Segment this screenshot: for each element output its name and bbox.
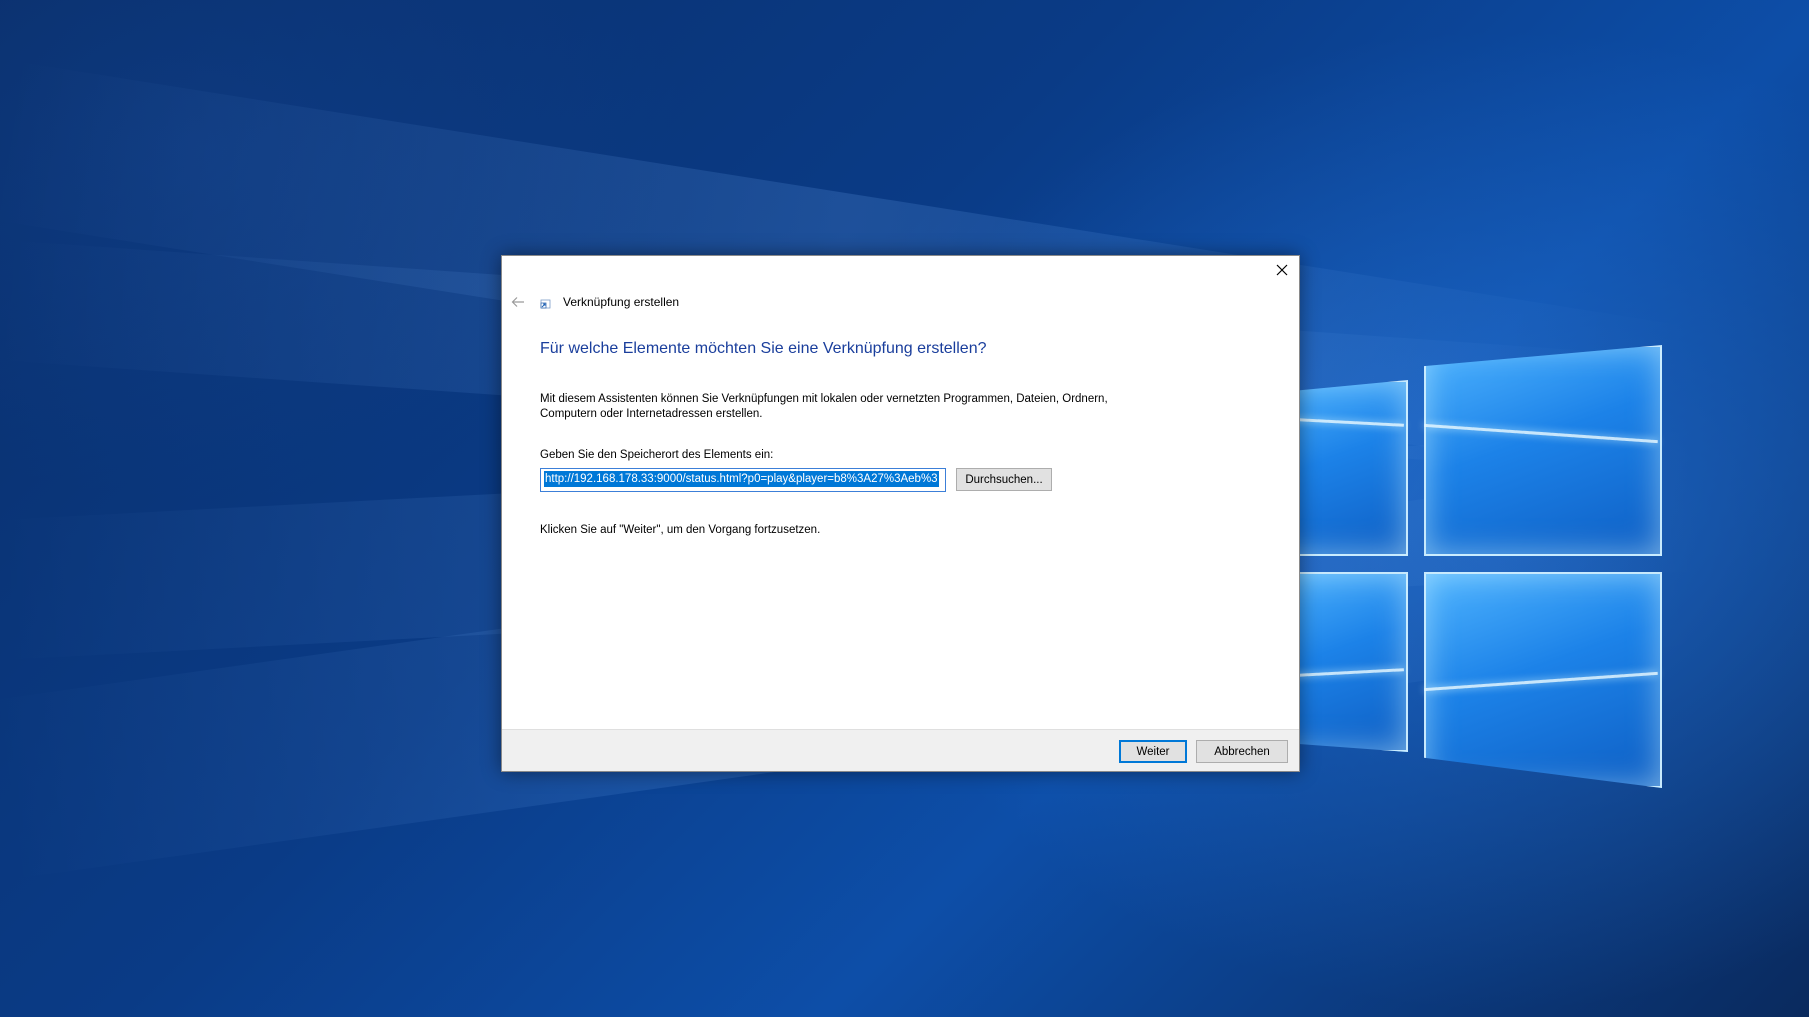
location-label: Geben Sie den Speicherort des Elements e… <box>540 449 774 461</box>
next-button[interactable]: Weiter <box>1119 740 1187 763</box>
dialog-header: Verknüpfung erstellen <box>510 292 679 312</box>
windows-logo-pane <box>1424 345 1662 556</box>
continue-hint: Klicken Sie auf "Weiter", um den Vorgang… <box>540 524 821 536</box>
back-button[interactable] <box>510 294 526 310</box>
create-shortcut-dialog: Verknüpfung erstellen Für welche Element… <box>501 255 1300 772</box>
location-input[interactable]: http://192.168.178.33:9000/status.html?p… <box>540 468 946 492</box>
page-heading: Für welche Elemente möchten Sie eine Ver… <box>540 340 987 357</box>
shortcut-icon <box>540 296 552 309</box>
browse-button[interactable]: Durchsuchen... <box>956 468 1052 491</box>
dialog-footer: Weiter Abbrechen <box>502 729 1299 771</box>
wizard-description: Mit diesem Assistenten können Sie Verknü… <box>540 393 1108 420</box>
cancel-button[interactable]: Abbrechen <box>1196 740 1288 763</box>
close-icon <box>1276 264 1288 276</box>
location-input-value: http://192.168.178.33:9000/status.html?p… <box>544 471 939 487</box>
dialog-title: Verknüpfung erstellen <box>563 295 680 309</box>
back-arrow-icon <box>511 297 524 307</box>
close-button[interactable] <box>1265 256 1299 284</box>
